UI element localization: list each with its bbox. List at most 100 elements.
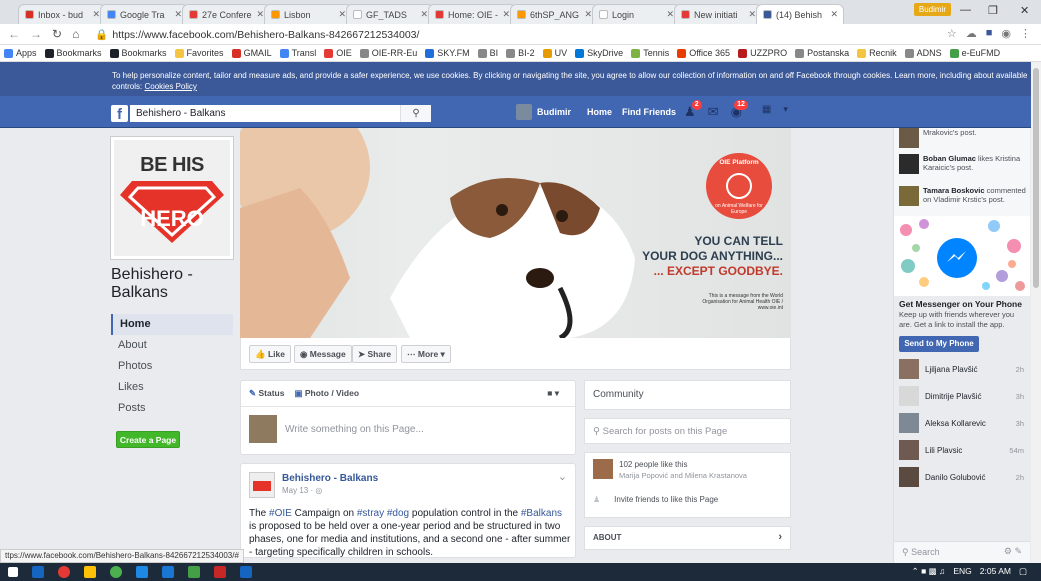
close-tab-icon[interactable]: ✕ (92, 9, 100, 20)
messenger-ad-title[interactable]: Get Messenger on Your Phone (899, 299, 1022, 309)
extension-icon[interactable]: ☁ (966, 27, 977, 40)
search-posts-input[interactable]: ⚲ Search for posts on this Page (584, 418, 791, 444)
browser-tab[interactable]: Login ✕ (592, 4, 680, 24)
close-tab-icon[interactable]: ✕ (174, 9, 182, 20)
forward-icon[interactable]: → (30, 27, 42, 41)
chat-contact[interactable]: Dimitrije Plavšić 3h (899, 386, 1024, 406)
chat-settings-icon[interactable]: ⚙ ✎ (1004, 546, 1022, 557)
page-scrollbar[interactable] (1031, 62, 1041, 563)
star-icon[interactable]: ☆ (947, 27, 957, 40)
reload-icon[interactable]: ↻ (52, 27, 62, 41)
minimize-icon[interactable]: — (960, 4, 971, 16)
bookmark-item[interactable]: SKY.FM (425, 48, 470, 58)
post-date[interactable]: May 13 · ◎ (282, 486, 322, 495)
close-tab-icon[interactable]: ✕ (830, 9, 838, 20)
bookmark-item[interactable]: BI (477, 48, 498, 58)
bookmark-item[interactable]: Transl (279, 48, 316, 58)
hashtag-link[interactable]: #stray (357, 508, 384, 519)
hashtag-link[interactable]: #Balkans (521, 508, 562, 519)
clock[interactable]: 2:05 AM (980, 566, 1011, 577)
post-author[interactable]: Behishero - Balkans (282, 473, 378, 484)
notifications-icon[interactable]: ▢ (1019, 566, 1027, 577)
extension-icon-3[interactable]: ◉ (1001, 27, 1011, 40)
back-icon[interactable]: ← (8, 27, 20, 41)
post-options-chevron-down-icon[interactable]: ⌄ (558, 470, 567, 483)
photo-video-tab[interactable]: ▣ Photo / Video (294, 388, 359, 399)
page-title[interactable]: Behishero - Balkans (111, 266, 231, 302)
invite-friends-link[interactable]: ♟ Invite friends to like this Page (593, 495, 718, 504)
task-view-icon[interactable] (32, 566, 44, 578)
community-header[interactable]: Community (584, 380, 791, 410)
bookmark-item[interactable]: Tennis (631, 48, 669, 58)
page-nav-item[interactable]: About (111, 335, 233, 356)
bookmark-item[interactable]: Postanska (795, 48, 849, 58)
close-tab-icon[interactable]: ✕ (256, 9, 264, 20)
outlook-icon[interactable] (136, 566, 148, 578)
bookmark-item[interactable]: ADNS (904, 48, 942, 58)
share-button[interactable]: ➤ Share (352, 345, 398, 363)
powerpoint-icon[interactable] (214, 566, 226, 578)
account-menu-icon[interactable]: ▾ (783, 104, 788, 120)
start-icon[interactable] (8, 567, 18, 577)
bookmark-item[interactable]: Recnik (857, 48, 897, 58)
page-nav-item[interactable]: Posts (111, 398, 233, 419)
bookmark-item[interactable]: OIE-RR-Eu (359, 48, 417, 58)
tray-icons[interactable]: ⌃ ■ ▩ ♫ (912, 566, 946, 577)
browser-tab[interactable]: GF_TADS ✕ (346, 4, 434, 24)
find-friends-link[interactable]: Find Friends (622, 107, 676, 117)
photos-icon[interactable] (188, 566, 200, 578)
hashtag-link[interactable]: #OIE (269, 508, 292, 519)
extension-icon-2[interactable]: ■ (986, 27, 993, 40)
close-tab-icon[interactable]: ✕ (338, 9, 346, 20)
ticker-item[interactable]: Mrakovic's post. (899, 128, 1031, 148)
search-input[interactable]: Behishero - Balkans ⚲ (130, 105, 431, 122)
maximize-icon[interactable]: ❐ (988, 4, 998, 17)
page-profile-picture[interactable]: BE HIS HERO (111, 137, 233, 259)
chat-contact[interactable]: Aleksa Kollarevic 3h (899, 413, 1024, 433)
page-nav-item[interactable]: Likes (111, 377, 233, 398)
close-window-icon[interactable]: ✕ (1020, 4, 1029, 17)
more-button[interactable]: ⋯ More ▾ (401, 345, 451, 363)
close-tab-icon[interactable]: ✕ (666, 9, 674, 20)
home-link[interactable]: Home (587, 107, 612, 117)
close-icon[interactable]: ✕ (786, 70, 793, 81)
bookmark-item[interactable]: Office 365 (677, 48, 730, 58)
opera-icon[interactable] (58, 566, 70, 578)
browser-tab[interactable]: 6thSP_ANG ✕ (510, 4, 598, 24)
post-as-selector[interactable]: ■ ▾ (547, 388, 559, 399)
messenger-ad-image[interactable] (893, 216, 1030, 296)
page-nav-item[interactable]: Home (111, 314, 233, 335)
cover-photo[interactable]: OIE Platform on Animal Welfare for Europ… (240, 128, 791, 338)
message-button[interactable]: ◉ Message (294, 345, 352, 363)
browser-tab[interactable]: 27e Confere ✕ (182, 4, 270, 24)
bookmark-item[interactable]: Bookmarks (109, 48, 167, 58)
search-icon[interactable]: ⚲ (400, 105, 431, 122)
browser-tab[interactable]: Google Tra ✕ (100, 4, 188, 24)
about-section-header[interactable]: ABOUT › (584, 526, 791, 550)
send-to-phone-button[interactable]: Send to My Phone (899, 336, 979, 352)
composer-input[interactable]: Write something on this Page... (285, 424, 424, 435)
close-tab-icon[interactable]: ✕ (584, 9, 592, 20)
bookmark-item[interactable]: BI-2 (506, 48, 535, 58)
likes-summary[interactable]: 102 people like this Marija Popović and … (593, 459, 747, 481)
url-field[interactable]: 🔒 https://www.facebook.com/Behishero-Balk… (95, 28, 419, 41)
composer-body[interactable]: Write something on this Page... (241, 407, 575, 451)
chat-contact[interactable]: Ljiljana Plavšić 2h (899, 359, 1024, 379)
bookmark-item[interactable]: SkyDrive (575, 48, 623, 58)
facebook-logo-icon[interactable]: f (111, 105, 128, 123)
chat-contact[interactable]: Lili Plavsic 54m (899, 440, 1024, 460)
home-icon[interactable]: ⌂ (72, 27, 79, 41)
bookmark-item[interactable]: UV (542, 48, 567, 58)
bookmark-item[interactable]: OIE (324, 48, 352, 58)
bookmark-item[interactable]: Apps (4, 48, 37, 58)
ticker-item[interactable]: Boban Glumac likes Kristina Karaicic's p… (899, 154, 1031, 174)
menu-icon[interactable]: ⋮ (1020, 27, 1031, 40)
bookmark-item[interactable]: UZZPRO (738, 48, 787, 58)
ticker-item[interactable]: Tamara Boskovic commented on Vladimir Kr… (899, 186, 1031, 206)
browser-tab[interactable]: New initiati ✕ (674, 4, 762, 24)
profile-link[interactable]: Budimir (516, 104, 571, 120)
create-page-button[interactable]: Create a Page (116, 431, 180, 448)
edge-icon[interactable] (162, 566, 174, 578)
chrome-icon[interactable] (110, 566, 122, 578)
chat-search-input[interactable]: ⚲ Search ⚙ ✎ (893, 541, 1030, 563)
